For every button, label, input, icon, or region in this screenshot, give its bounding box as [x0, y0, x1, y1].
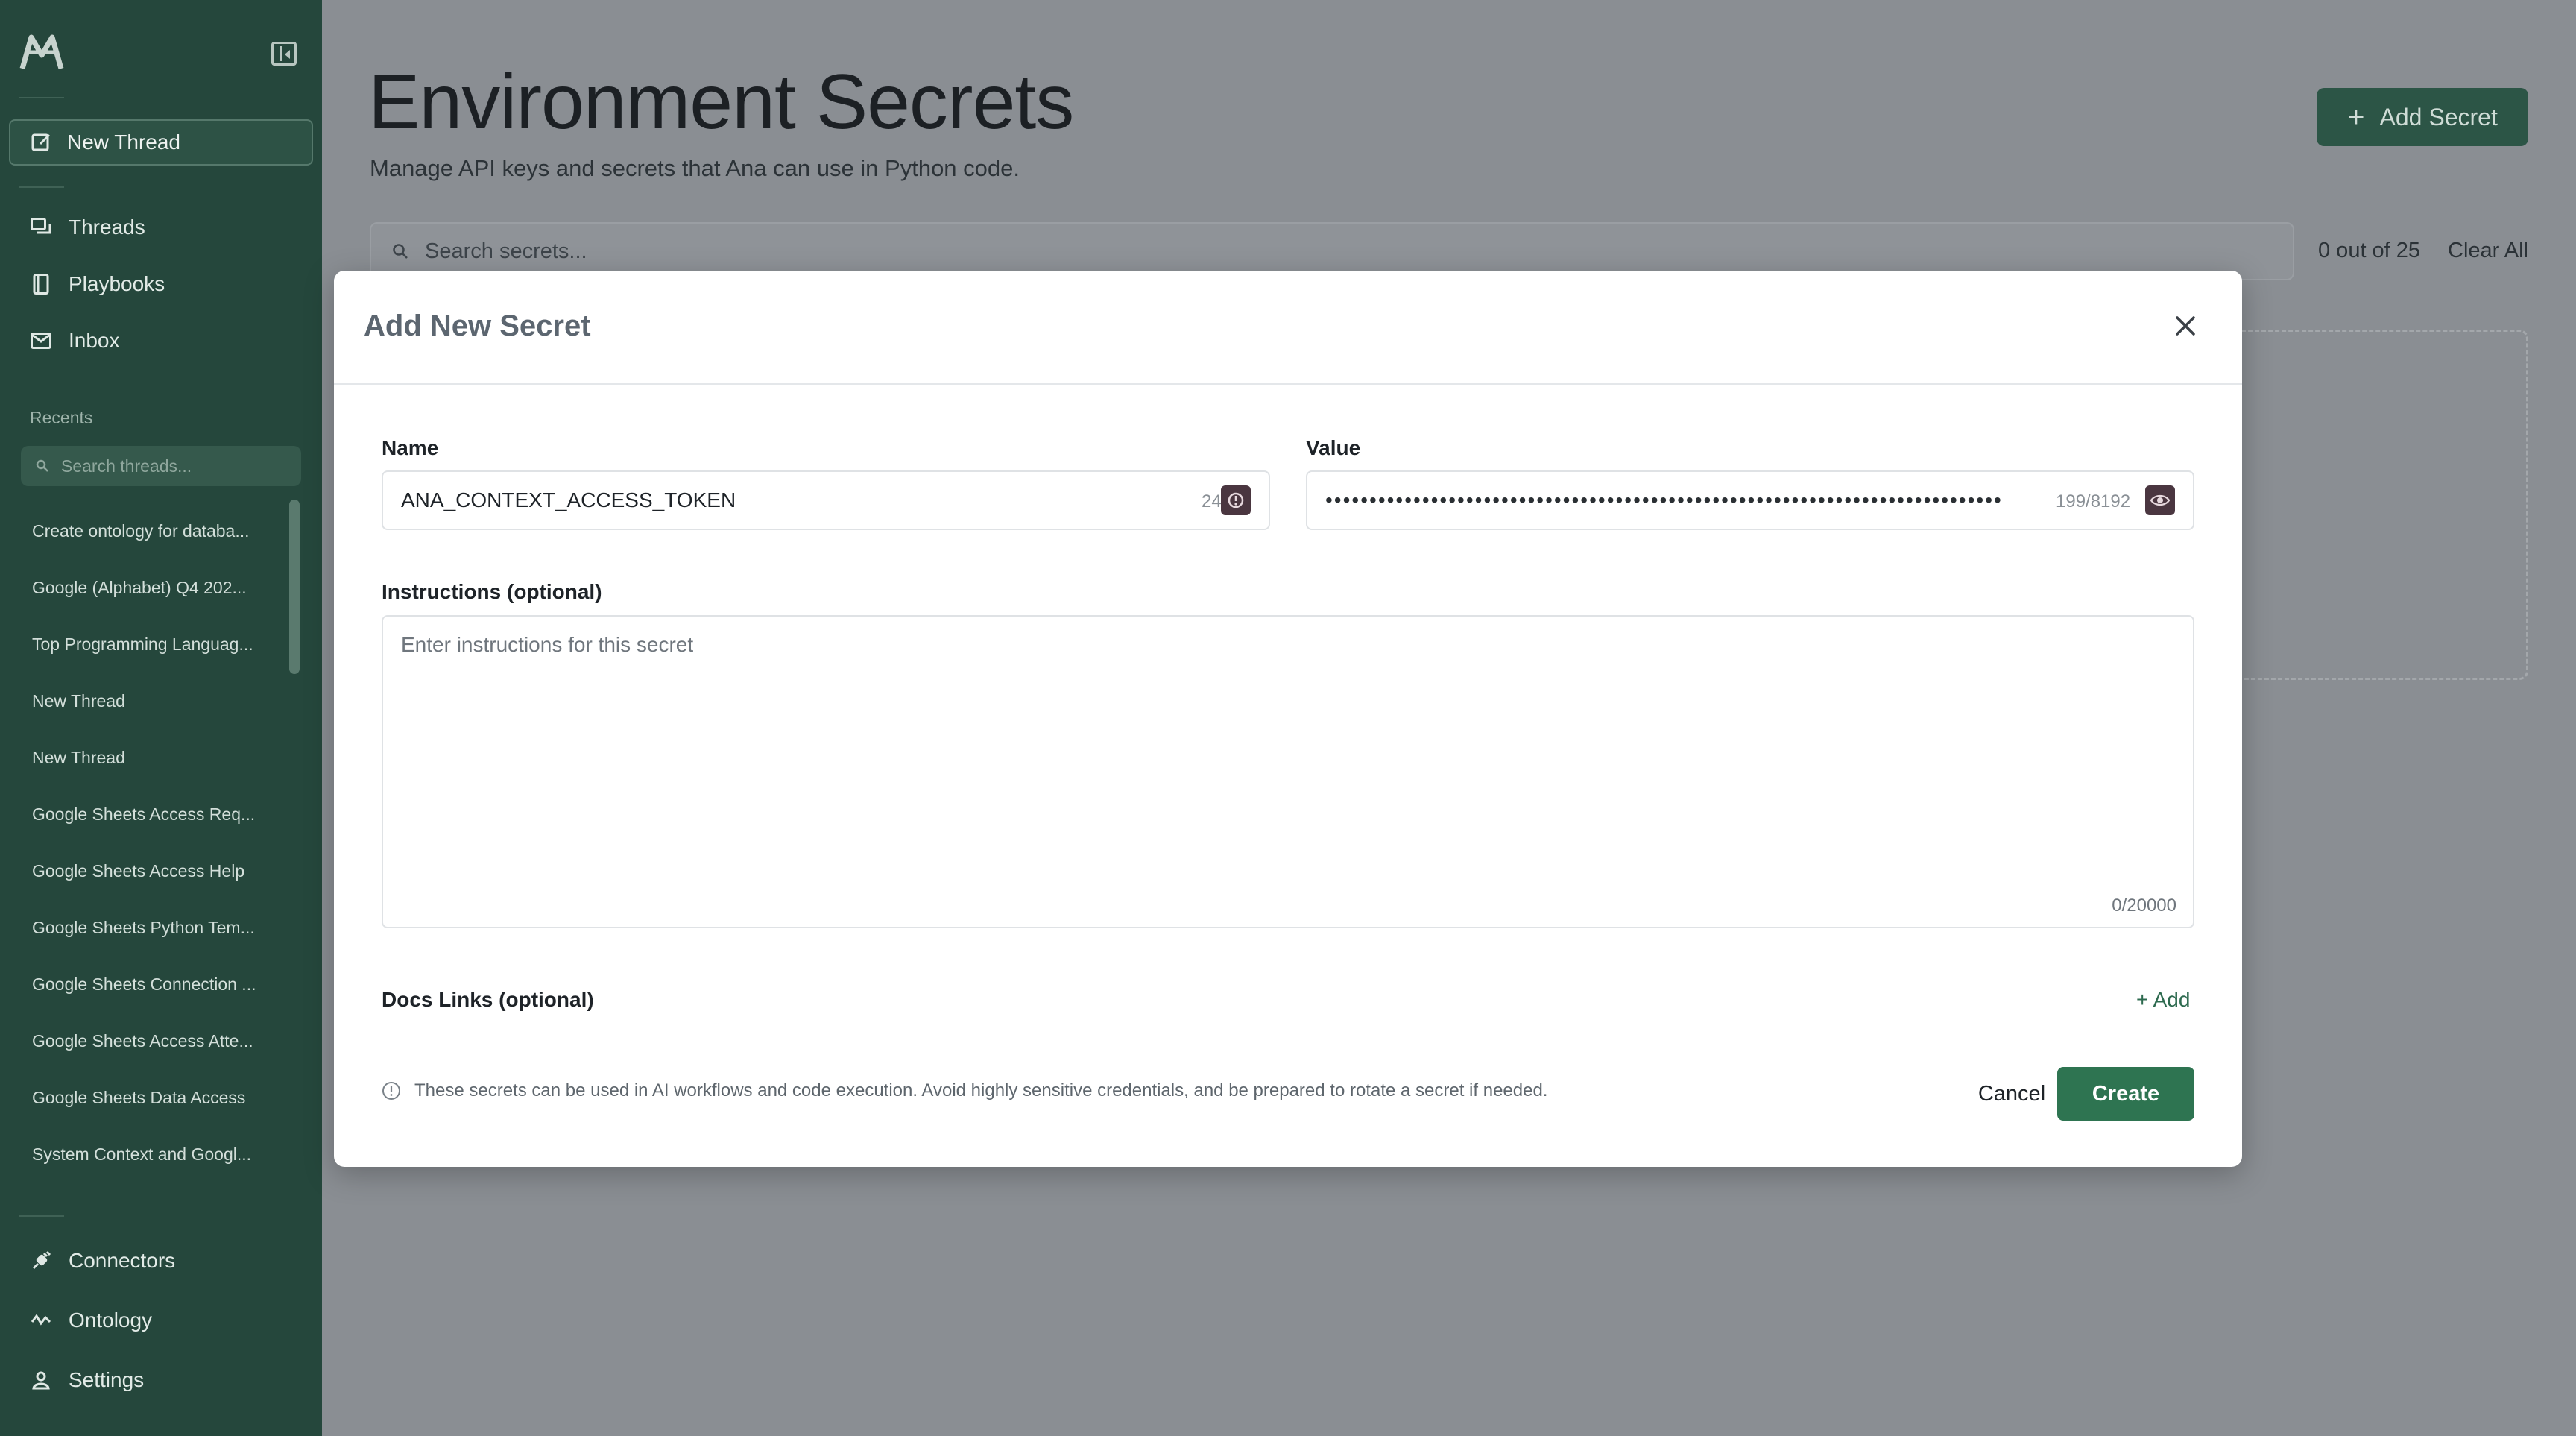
- plug-icon: [30, 1250, 52, 1272]
- sidebar-item-label: Connectors: [69, 1249, 176, 1272]
- user-icon: [30, 1369, 52, 1391]
- divider: [19, 186, 64, 188]
- sidebar-item-label: Settings: [69, 1368, 145, 1391]
- threads-icon: [30, 216, 52, 239]
- search-icon: [36, 459, 48, 472]
- close-icon[interactable]: [2168, 308, 2203, 344]
- recent-thread-item[interactable]: Google Sheets Python Tem...: [32, 913, 278, 942]
- instructions-textarea[interactable]: Enter instructions for this secret 0/200…: [382, 615, 2194, 928]
- page-title: Environment Secrets: [368, 59, 1074, 145]
- create-button[interactable]: Create: [2057, 1067, 2194, 1121]
- info-icon: [382, 1082, 400, 1100]
- password-manager-icon[interactable]: [1221, 485, 1251, 515]
- sidebar-item-playbooks[interactable]: Playbooks: [30, 265, 165, 303]
- docs-links-label: Docs Links (optional): [382, 988, 594, 1011]
- security-note-text: These secrets can be used in AI workflow…: [414, 1080, 1548, 1100]
- app-logo-icon[interactable]: [19, 33, 64, 72]
- divider: [19, 1215, 64, 1217]
- new-thread-label: New Thread: [67, 130, 181, 154]
- add-docs-link-button[interactable]: + Add: [2136, 988, 2190, 1012]
- name-char-counter: 24: [1202, 491, 1222, 511]
- sidebar-item-label: Playbooks: [69, 272, 165, 295]
- search-secrets-placeholder: Search secrets...: [425, 239, 587, 263]
- cancel-button[interactable]: Cancel: [1971, 1067, 2053, 1121]
- search-icon: [393, 244, 408, 259]
- edit-icon: [31, 133, 51, 151]
- add-secret-dialog: Add New Secret Name ANA_CONTEXT_ACCESS_T…: [334, 271, 2242, 1167]
- recent-thread-item[interactable]: Google (Alphabet) Q4 202...: [32, 573, 278, 602]
- add-secret-label: Add Secret: [2379, 103, 2498, 130]
- sidebar-item-label: Ontology: [69, 1309, 153, 1332]
- new-thread-button[interactable]: New Thread: [9, 119, 313, 166]
- recent-thread-item[interactable]: Google Sheets Access Req...: [32, 799, 278, 829]
- value-label: Value: [1306, 436, 1361, 459]
- recents-scrollbar[interactable]: [289, 500, 300, 674]
- sidebar-item-threads[interactable]: Threads: [30, 209, 145, 246]
- sidebar-item-inbox[interactable]: Inbox: [30, 322, 120, 359]
- sidebar: New Thread Threads Playbooks Inbox Recen…: [0, 0, 322, 1436]
- dialog-title: Add New Secret: [364, 309, 591, 342]
- inbox-icon: [30, 330, 52, 352]
- recent-thread-item[interactable]: New Thread: [32, 686, 278, 716]
- recent-thread-item[interactable]: Top Programming Languag...: [32, 629, 278, 659]
- recent-thread-item[interactable]: Google Sheets Data Access: [32, 1083, 278, 1112]
- sidebar-item-ontology[interactable]: Ontology: [30, 1302, 152, 1339]
- security-note: These secrets can be used in AI workflow…: [382, 1080, 1547, 1101]
- ontology-icon: [30, 1309, 52, 1332]
- dialog-header: Add New Secret: [334, 271, 2242, 385]
- recent-thread-item[interactable]: Create ontology for databa...: [32, 516, 278, 546]
- recent-thread-item[interactable]: New Thread: [32, 743, 278, 772]
- sidebar-item-settings[interactable]: Settings: [30, 1361, 144, 1399]
- add-secret-button[interactable]: + Add Secret: [2317, 88, 2528, 146]
- instructions-placeholder: Enter instructions for this secret: [401, 633, 694, 656]
- sidebar-item-label: Threads: [69, 215, 145, 239]
- collapse-sidebar-icon[interactable]: [271, 42, 297, 66]
- plus-icon: +: [2347, 100, 2365, 133]
- secrets-count: 0 out of 25: [2318, 239, 2421, 262]
- page-subtitle: Manage API keys and secrets that Ana can…: [370, 155, 1020, 181]
- instructions-label: Instructions (optional): [382, 580, 602, 603]
- recent-thread-item[interactable]: Google Sheets Access Atte...: [32, 1026, 278, 1056]
- recent-thread-item[interactable]: Google Sheets Access Help: [32, 856, 278, 886]
- search-threads-placeholder: Search threads...: [61, 456, 192, 476]
- search-threads-input[interactable]: Search threads...: [21, 446, 301, 486]
- value-char-counter: 199/8192: [2056, 491, 2131, 511]
- recent-thread-item[interactable]: Google Sheets Connection ...: [32, 969, 278, 999]
- empty-state-dropzone: [2221, 330, 2528, 680]
- name-value: ANA_CONTEXT_ACCESS_TOKEN: [401, 488, 736, 511]
- name-label: Name: [382, 436, 439, 459]
- clear-all-button[interactable]: Clear All: [2448, 239, 2528, 263]
- masked-value: ••••••••••••••••••••••••••••••••••••••••…: [1325, 488, 2003, 511]
- divider: [19, 97, 64, 98]
- recent-thread-item[interactable]: System Context and Googl...: [32, 1139, 278, 1169]
- sidebar-item-connectors[interactable]: Connectors: [30, 1242, 175, 1279]
- book-icon: [30, 273, 52, 295]
- instructions-char-counter: 0/20000: [2112, 895, 2176, 916]
- name-field[interactable]: ANA_CONTEXT_ACCESS_TOKEN: [382, 470, 1270, 530]
- sidebar-item-label: Inbox: [69, 329, 120, 352]
- recents-heading: Recents: [30, 408, 93, 427]
- eye-icon[interactable]: [2145, 485, 2175, 515]
